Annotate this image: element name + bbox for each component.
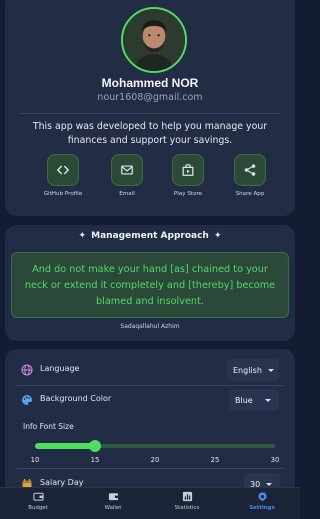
font-size-ticks: 10 15 20 25 30 [5, 456, 295, 466]
bar-chart-icon [182, 491, 192, 502]
nav-settings[interactable]: Settings [232, 491, 292, 511]
play-store-label: Play Store [173, 191, 203, 197]
divider [17, 468, 283, 469]
section-title: ✦ Management Approach ✦ [5, 231, 295, 241]
font-size-tick-label: 15 [90, 456, 100, 464]
nav-budget-label: Budget [28, 505, 48, 511]
background-color-row: Background Color Blue [5, 387, 295, 413]
gear-icon [257, 491, 267, 502]
font-size-tick-label: 10 [30, 456, 40, 464]
font-size-tick-label: 20 [150, 456, 160, 464]
management-approach-title: Management Approach [91, 231, 209, 241]
email-label: Email [119, 191, 135, 197]
code-icon [47, 154, 79, 186]
chevron-down-icon [264, 398, 271, 402]
email-button[interactable]: Email [102, 154, 152, 197]
chevron-down-icon [266, 482, 273, 486]
email-icon [111, 154, 143, 186]
palette-icon [21, 394, 33, 406]
globe-icon [21, 364, 33, 376]
slider-thumb[interactable] [89, 440, 101, 452]
language-row: Language English [5, 357, 295, 383]
salary-day-label: Salary Day [40, 478, 84, 487]
nav-settings-label: Settings [249, 505, 275, 511]
user-name: Mohammed NOR [101, 76, 199, 90]
divider [17, 385, 283, 386]
link-buttons: GitHub Profile Email Play Store Share Ap… [5, 154, 295, 204]
font-size-label: Info Font Size [23, 422, 74, 431]
background-color-select[interactable]: Blue [229, 389, 279, 411]
quote-author: Sadaqallahul Azhim [120, 323, 180, 330]
bottom-navigation: Budget Wallet Statistics Settings [0, 487, 300, 519]
profile-photo [123, 9, 185, 71]
sparkle-icon: ✦ [213, 231, 222, 241]
share-app-label: Share App [235, 191, 265, 197]
font-size-slider[interactable] [35, 440, 275, 452]
divider [20, 113, 280, 114]
github-profile-label: GitHub Profile [43, 191, 83, 197]
avatar [121, 7, 187, 73]
share-app-button[interactable]: Share App [225, 154, 275, 197]
language-label: Language [40, 364, 80, 373]
play-store-button[interactable]: Play Store [163, 154, 213, 197]
chevron-down-icon [267, 368, 274, 372]
background-color-label: Background Color [40, 394, 112, 403]
font-size-tick-label: 30 [270, 456, 280, 464]
sparkle-icon: ✦ [78, 231, 87, 241]
slider-fill [35, 443, 95, 449]
user-email: nour1608@gmail.com [97, 92, 203, 103]
wallet-outline-icon [32, 492, 44, 501]
quote-text: And do not make your hand [as] chained t… [11, 252, 289, 318]
profile-card: Mohammed NOR nour1608@gmail.com This app… [5, 0, 295, 216]
nav-budget[interactable]: Budget [8, 491, 68, 511]
font-size-tick-label: 25 [210, 456, 220, 464]
about-text: This app was developed to help you manag… [32, 121, 268, 146]
management-approach-card: ✦ Management Approach ✦ And do not make … [5, 225, 295, 341]
nav-wallet-label: Wallet [104, 505, 122, 511]
language-select[interactable]: English [227, 359, 279, 381]
github-profile-button[interactable]: GitHub Profile [38, 154, 88, 197]
nav-statistics[interactable]: Statistics [157, 491, 217, 511]
wallet-icon [108, 493, 118, 501]
settings-card: Language English Background Color Blue I… [5, 349, 295, 499]
nav-wallet[interactable]: Wallet [83, 491, 143, 511]
share-icon [234, 154, 266, 186]
background-color-value: Blue [235, 395, 253, 405]
language-value: English [233, 365, 262, 375]
play-store-icon [172, 154, 204, 186]
nav-statistics-label: Statistics [174, 505, 200, 511]
